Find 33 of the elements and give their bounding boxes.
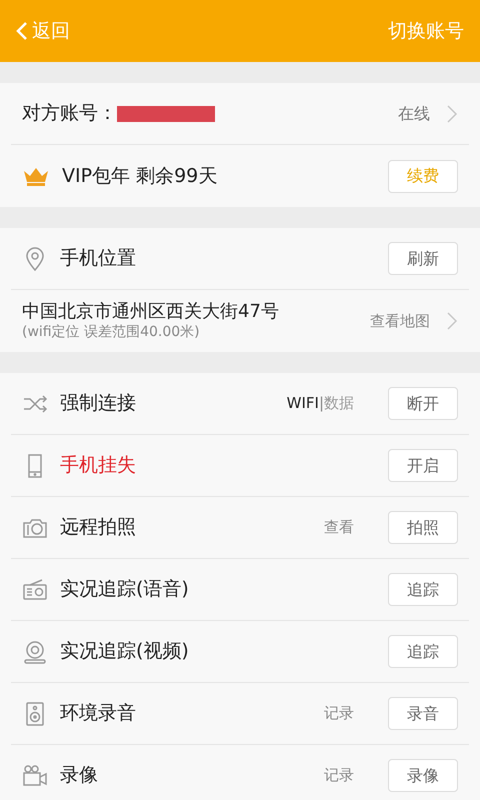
- location-title: 手机位置: [60, 246, 136, 272]
- action-button[interactable]: 拍照: [388, 511, 458, 544]
- webcam-icon: [22, 638, 48, 664]
- action-button[interactable]: 追踪: [388, 573, 458, 606]
- view-map-link[interactable]: 查看地图: [370, 310, 430, 332]
- vip-text: VIP包年 剩余99天: [62, 164, 218, 189]
- back-icon: [16, 21, 28, 41]
- action-button[interactable]: 追踪: [388, 635, 458, 668]
- address-text: 中国北京市通州区西关大街47号: [22, 301, 279, 324]
- function-label: 远程拍照: [60, 515, 136, 540]
- account-label: 对方账号：: [22, 101, 117, 126]
- action-button[interactable]: 录像: [388, 759, 458, 792]
- action-button[interactable]: 录音: [388, 697, 458, 730]
- radio-icon: [22, 576, 48, 602]
- accuracy-note: (wifi定位 误差范围40.00米): [22, 324, 201, 341]
- video-camera-icon: [22, 762, 48, 788]
- separator-text: |: [318, 393, 324, 414]
- chevron-right-icon: [446, 311, 458, 331]
- record-link[interactable]: 记录: [324, 764, 354, 787]
- record-link[interactable]: 查看: [324, 516, 354, 539]
- function-label: 实况追踪(视频): [60, 639, 189, 664]
- function-label: 环境录音: [60, 701, 136, 726]
- action-button[interactable]: 断开: [388, 387, 458, 420]
- record-link[interactable]: 记录: [324, 702, 354, 725]
- function-label: 强制连接: [60, 391, 136, 416]
- function-label: 录像: [60, 763, 98, 788]
- connection-mode[interactable]: WIFI: [286, 392, 319, 415]
- function-label: 实况追踪(语音): [60, 577, 189, 602]
- action-button[interactable]: 刷新: [388, 242, 458, 275]
- action-button[interactable]: 开启: [388, 449, 458, 482]
- status-text: 在线: [398, 102, 430, 124]
- chevron-right-icon: [446, 104, 458, 124]
- function-label: 手机挂失: [60, 453, 136, 478]
